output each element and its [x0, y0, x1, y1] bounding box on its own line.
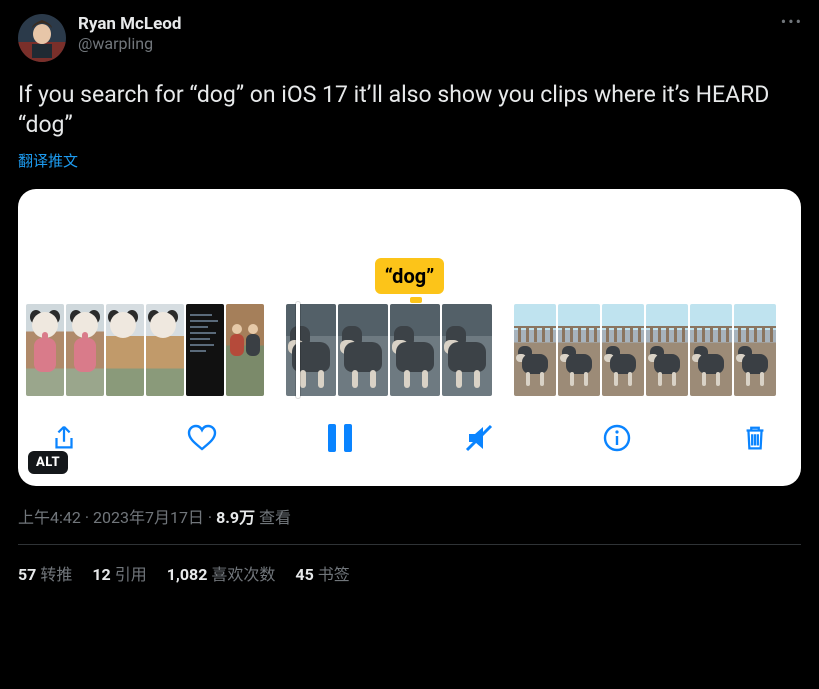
quotes-stat[interactable]: 12引用: [92, 561, 146, 585]
chip-pointer: [410, 297, 422, 303]
user-handle[interactable]: @warpling: [78, 34, 181, 54]
translate-link[interactable]: 翻译推文: [18, 150, 78, 171]
video-scrubber-strip[interactable]: [18, 304, 801, 396]
divider: [18, 544, 801, 545]
avatar[interactable]: [18, 14, 66, 62]
clip-thumbnail[interactable]: [66, 304, 104, 396]
info-button[interactable]: [595, 416, 639, 460]
clip-thumbnail[interactable]: [286, 304, 336, 396]
pause-button[interactable]: [318, 416, 362, 460]
clip-thumbnail[interactable]: [646, 304, 688, 396]
tweet-container: Ryan McLeod @warpling ••• If you search …: [0, 0, 819, 585]
display-name[interactable]: Ryan McLeod: [78, 14, 181, 34]
clip-thumbnail[interactable]: [514, 304, 556, 396]
clip-group: [26, 304, 264, 396]
tweet-text: If you search for “dog” on iOS 17 it’ll …: [18, 80, 801, 140]
clip-thumbnail[interactable]: [338, 304, 388, 396]
tweet-stats: 57转推 12引用 1,082喜欢次数 45书签: [18, 561, 801, 585]
alt-badge[interactable]: ALT: [28, 451, 68, 474]
retweets-stat[interactable]: 57转推: [18, 561, 72, 585]
post-time[interactable]: 上午4:42: [18, 508, 81, 527]
tweet-header: Ryan McLeod @warpling: [18, 14, 801, 62]
media-toolbar: [18, 396, 801, 486]
likes-stat[interactable]: 1,082喜欢次数: [167, 561, 276, 585]
clip-thumbnail[interactable]: [186, 304, 224, 396]
clip-thumbnail[interactable]: [106, 304, 144, 396]
playhead[interactable]: [296, 302, 300, 398]
more-options-button[interactable]: •••: [781, 12, 803, 31]
search-result-chip: “dog”: [375, 258, 445, 294]
clip-thumbnail[interactable]: [558, 304, 600, 396]
clip-group: [514, 304, 776, 396]
clip-thumbnail[interactable]: [390, 304, 440, 396]
mute-button[interactable]: [457, 416, 501, 460]
media-preview-top: “dog”: [18, 189, 801, 304]
user-names: Ryan McLeod @warpling: [78, 14, 181, 54]
clip-thumbnail[interactable]: [602, 304, 644, 396]
delete-button[interactable]: [733, 416, 777, 460]
clip-thumbnail[interactable]: [146, 304, 184, 396]
clip-thumbnail[interactable]: [26, 304, 64, 396]
views-count[interactable]: 8.9万: [216, 508, 255, 527]
clip-thumbnail[interactable]: [442, 304, 492, 396]
clip-group-current: [286, 304, 492, 396]
media-attachment[interactable]: “dog”: [18, 189, 801, 486]
tweet-meta: 上午4:42 · 2023年7月17日 · 8.9万 查看: [18, 504, 801, 528]
clip-thumbnail[interactable]: [690, 304, 732, 396]
favorite-button[interactable]: [180, 416, 224, 460]
clip-thumbnail[interactable]: [734, 304, 776, 396]
clip-thumbnail[interactable]: [226, 304, 264, 396]
post-date[interactable]: 2023年7月17日: [93, 508, 204, 527]
bookmarks-stat[interactable]: 45书签: [295, 561, 349, 585]
views-label: 查看: [255, 508, 291, 527]
pause-icon: [328, 424, 352, 452]
